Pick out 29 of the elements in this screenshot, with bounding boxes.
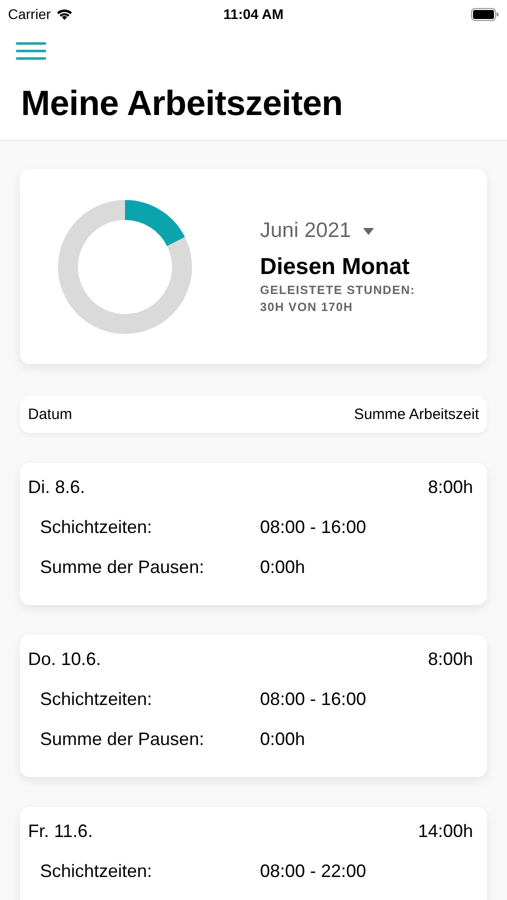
menu-icon[interactable] <box>16 42 46 60</box>
day-total: 8:00h <box>428 649 473 670</box>
carrier-label: Carrier <box>8 6 51 22</box>
hours-value: 30H VON 170H <box>260 300 354 314</box>
row-value: 0:00h <box>260 557 306 578</box>
row-value: 08:00 - 22:00 <box>260 861 366 882</box>
row-label: Schichtzeiten: <box>40 861 154 882</box>
row-label: Summe der Pausen: <box>40 729 206 750</box>
battery-icon <box>471 8 499 20</box>
row-label: Schichtzeiten: <box>40 689 154 710</box>
row-label: Summe der Pausen: <box>40 557 206 578</box>
day-date: Fr. 11.6. <box>28 821 93 842</box>
column-header: Datum <box>28 406 72 423</box>
wifi-icon <box>56 8 73 20</box>
column-header: Summe Arbeitszeit <box>354 406 479 423</box>
page-title: Meine Arbeitszeiten <box>21 84 344 124</box>
hours-caption: GELEISTETE STUNDEN: <box>260 283 416 297</box>
row-value: 08:00 - 16:00 <box>260 689 366 710</box>
row-label: Schichtzeiten: <box>40 517 154 538</box>
row-value: 0:00h <box>260 729 306 750</box>
summary-heading: Diesen Monat <box>260 253 411 280</box>
day-date: Di. 8.6. <box>28 477 86 498</box>
month-dropdown[interactable]: Juni 2021 <box>260 219 416 243</box>
day-total: 8:00h <box>428 477 473 498</box>
status-time: 11:04 AM <box>223 6 284 22</box>
row-value: 08:00 - 16:00 <box>260 517 366 538</box>
day-date: Do. 10.6. <box>28 649 102 670</box>
day-total: 14:00h <box>418 821 473 842</box>
caret-icon <box>363 228 374 234</box>
